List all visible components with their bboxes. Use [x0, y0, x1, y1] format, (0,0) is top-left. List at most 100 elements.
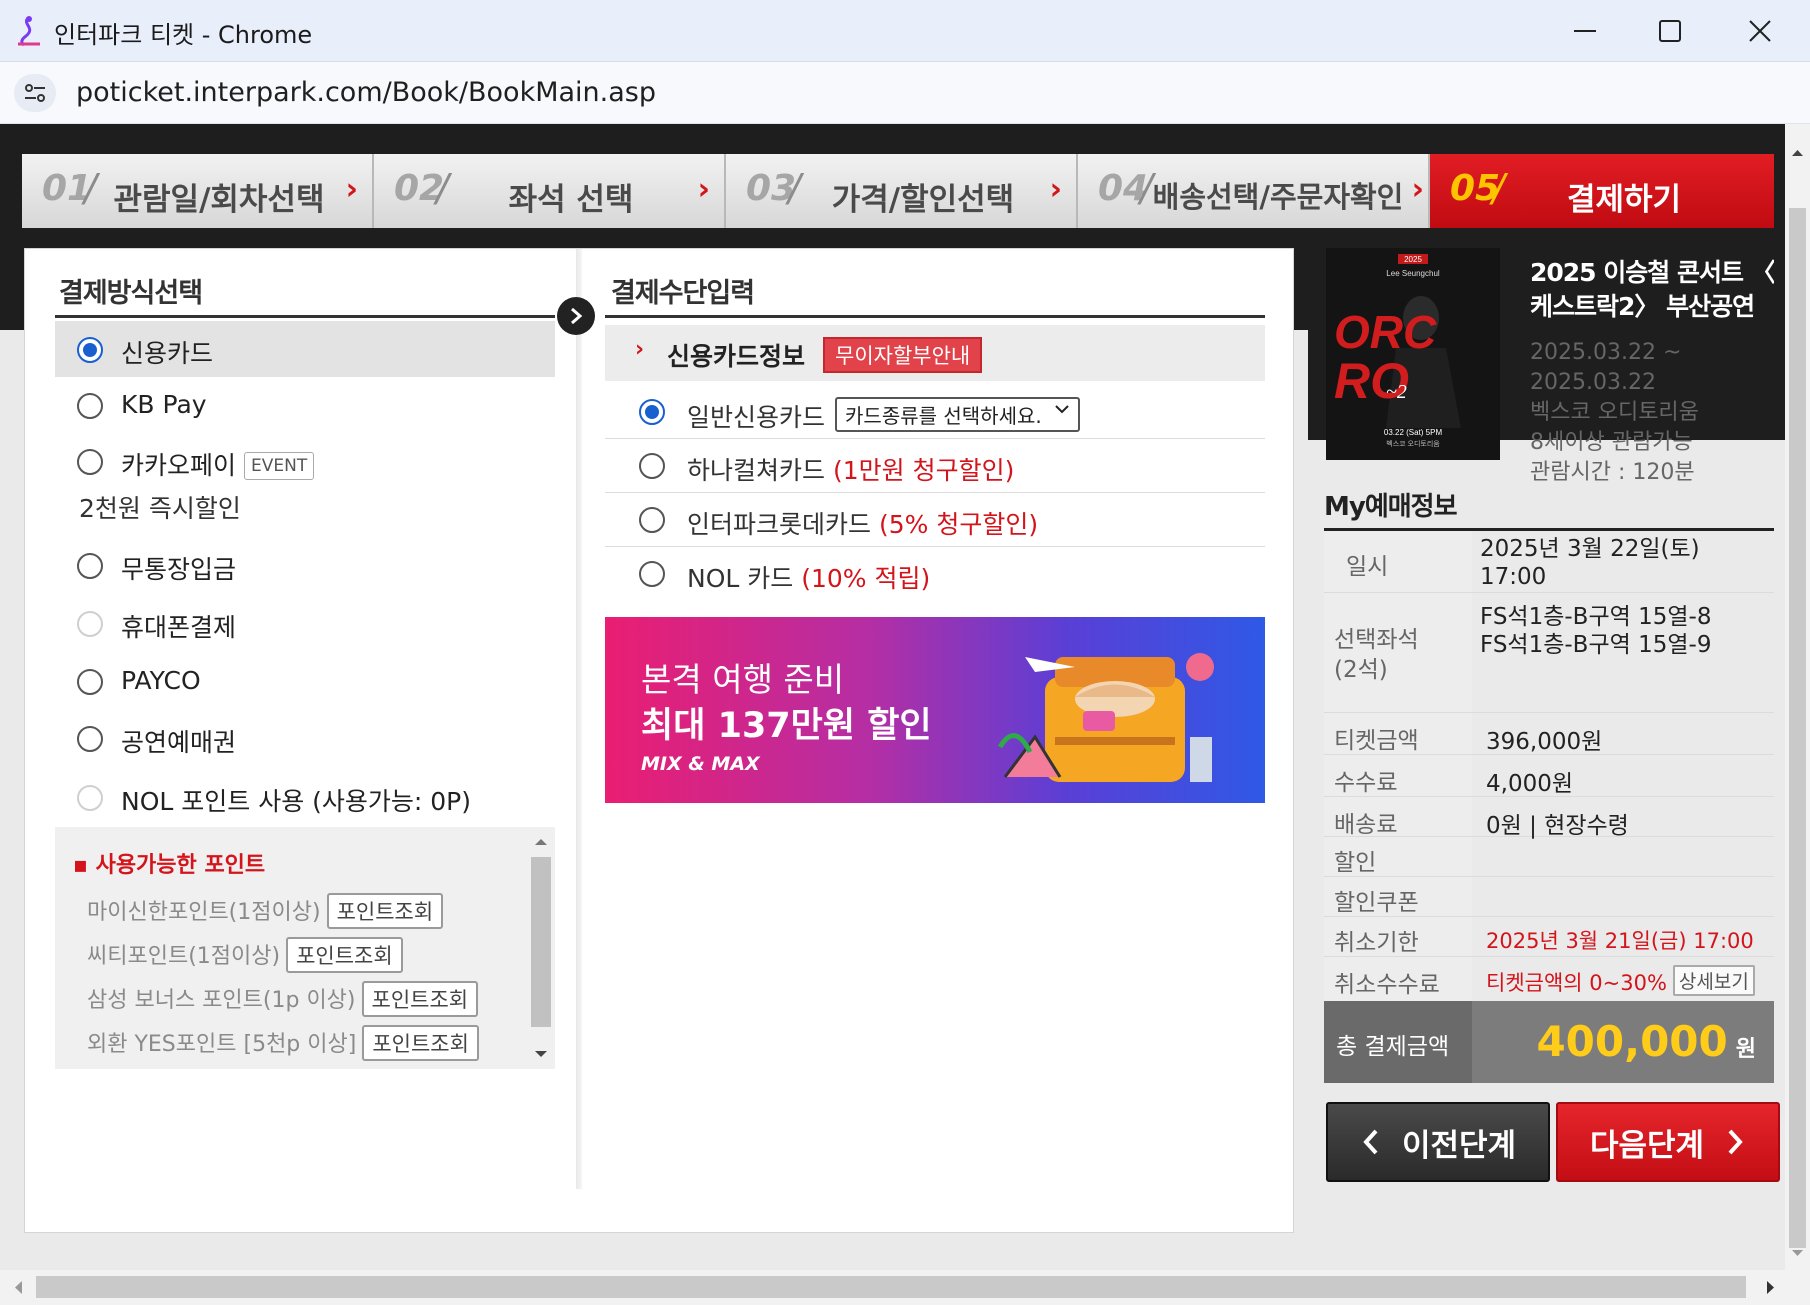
row-key: 일시 — [1324, 531, 1472, 592]
card-option-text: NOL 카드 — [687, 564, 794, 593]
age-rating: 8세이상 관람가능 — [1530, 430, 1693, 455]
point-lookup-button[interactable]: 포인트조회 — [286, 937, 403, 973]
url-text[interactable]: poticket.interpark.com/Book/BookMain.asp — [76, 77, 656, 108]
radio-button-disabled — [77, 785, 103, 811]
radio-button[interactable] — [639, 561, 665, 587]
arrow-circle-icon — [557, 297, 595, 335]
card-option-general[interactable]: 일반신용카드 카드종류를 선택하세요. — [605, 385, 1265, 439]
points-heading: ▪ 사용가능한 포인트 — [73, 853, 266, 878]
scroll-up-icon[interactable] — [1785, 142, 1810, 162]
site-info-button[interactable] — [14, 74, 56, 112]
seat-count: (2석) — [1334, 657, 1388, 683]
step-3[interactable]: 03/ 가격/할인선택 › — [726, 154, 1078, 228]
banner-brand: MIX & MAX — [641, 753, 760, 775]
card-option-nol[interactable]: NOL 카드 (10% 적립) — [605, 547, 1265, 601]
info-row-coupon: 할인쿠폰 — [1324, 877, 1774, 917]
my-booking-title: My예매정보 — [1324, 492, 1458, 522]
total-value: 400,000 원 — [1536, 1017, 1756, 1066]
minimize-icon — [1574, 30, 1596, 32]
scrollbar-thumb[interactable] — [531, 857, 551, 1027]
info-row-ticket-price: 티켓금액 396,000원 — [1324, 713, 1774, 755]
detail-view-button[interactable]: 상세보기 — [1672, 965, 1755, 996]
step-1[interactable]: 01/ 관람일/회차선택 › — [22, 154, 374, 228]
scroll-right-icon[interactable] — [1761, 1270, 1781, 1305]
card-promo-text: (5% 청구할인) — [878, 510, 1039, 539]
info-row-date: 일시 2025년 3월 22일(토) 17:00 — [1324, 531, 1774, 593]
card-option-label: 하나컬쳐카드 (1만원 청구할인) — [687, 451, 1014, 487]
row-value: 2025년 3월 21일(금) 17:00 — [1486, 929, 1754, 953]
points-scrollbar[interactable] — [527, 827, 555, 1069]
pay-method-label: 신용카드 — [121, 339, 214, 368]
minimize-button[interactable] — [1540, 0, 1630, 62]
points-row: 마이신한포인트(1점이상) 포인트조회 — [87, 893, 444, 929]
booking-summary: 2025 Lee Seungchul ORC RO ~2 03.22 (Sat)… — [1324, 124, 1780, 1182]
radio-button[interactable] — [77, 553, 103, 579]
scroll-left-icon[interactable] — [8, 1270, 28, 1305]
point-lookup-button[interactable]: 포인트조회 — [326, 893, 444, 929]
travel-promo-banner[interactable]: 본격 여행 준비 최대 137만원 할인 MIX & MAX — [605, 617, 1265, 803]
pay-method-bank-transfer[interactable]: 무통장입금 — [55, 537, 555, 593]
card-option-label: 인터파크롯데카드 (5% 청구할인) — [687, 505, 1038, 541]
radio-button[interactable] — [77, 669, 103, 695]
scrollbar-thumb[interactable] — [36, 1276, 1746, 1298]
pay-method-payco[interactable]: PAYCO — [55, 653, 555, 709]
available-points-box: ▪ 사용가능한 포인트 마이신한포인트(1점이상) 포인트조회 씨티포인트(1점이… — [55, 827, 555, 1069]
prev-step-label: 이전단계 — [1401, 1127, 1517, 1164]
maximize-button[interactable] — [1625, 0, 1715, 62]
concert-info: 2025.03.22 ~ 2025.03.22 벡스코 오디토리움 8세이상 관… — [1530, 338, 1699, 488]
pay-method-kb-pay[interactable]: KB Pay — [55, 377, 555, 433]
poster-venue: 벡스코 오디토리움 — [1386, 439, 1440, 448]
radio-button[interactable] — [639, 399, 665, 425]
row-key: 취소기한 — [1324, 917, 1472, 956]
step-2[interactable]: 02/ 좌석 선택 › — [374, 154, 726, 228]
step-label: 관람일/회차선택 — [113, 182, 325, 218]
next-step-label: 다음단계 — [1589, 1127, 1705, 1164]
maximize-icon — [1659, 20, 1681, 42]
chevron-right-icon: › — [1049, 172, 1062, 207]
concert-title-line: 2025 이승철 콘서트 〈오 — [1530, 258, 1774, 287]
row-key: 취소수수료 — [1324, 957, 1472, 1001]
radio-button[interactable] — [77, 337, 103, 363]
card-option-hana-culture[interactable]: 하나컬쳐카드 (1만원 청구할인) — [605, 439, 1265, 493]
poster-artist: Lee Seungchul — [1386, 269, 1440, 278]
close-button[interactable] — [1715, 0, 1805, 62]
card-option-interpark-lotte[interactable]: 인터파크롯데카드 (5% 청구할인) — [605, 493, 1265, 547]
section-title: 결제방식선택 — [59, 278, 203, 309]
chevron-right-icon — [1728, 1129, 1743, 1155]
pay-method-mobile: 휴대폰결제 — [55, 595, 555, 651]
card-promo-text: (1만원 청구할인) — [832, 456, 1015, 485]
radio-button[interactable] — [639, 453, 665, 479]
date-value: 2025년 3월 22일(토) — [1480, 536, 1700, 562]
card-type-select[interactable]: 카드종류를 선택하세요. — [835, 397, 1080, 432]
next-step-button[interactable]: 다음단계 — [1556, 1102, 1780, 1182]
chevron-right-icon: › — [697, 172, 710, 207]
prev-step-button[interactable]: 이전단계 — [1326, 1102, 1550, 1182]
card-option-text: 하나컬쳐카드 — [687, 456, 826, 485]
step-label: 좌석 선택 — [508, 182, 634, 218]
scrollbar-thumb[interactable] — [1789, 208, 1806, 1248]
point-lookup-button[interactable]: 포인트조회 — [361, 981, 479, 1017]
page-viewport: 01/ 관람일/회차선택 › 02/ 좌석 선택 › 03/ 가격/할인선택 ›… — [0, 124, 1785, 1270]
pay-method-credit-card[interactable]: 신용카드 — [55, 321, 555, 377]
chevron-right-icon: › — [635, 337, 645, 362]
scroll-up-icon[interactable] — [527, 831, 555, 851]
row-value: 396,000원 — [1486, 729, 1603, 755]
pay-method-voucher[interactable]: 공연예매권 — [55, 710, 555, 766]
radio-button[interactable] — [77, 726, 103, 752]
radio-button[interactable] — [639, 507, 665, 533]
period-start: 2025.03.22 ~ — [1530, 340, 1682, 365]
info-row-fee: 수수료 4,000원 — [1324, 755, 1774, 797]
row-key: 선택좌석 (2석) — [1324, 593, 1472, 712]
scroll-down-icon[interactable] — [1785, 1244, 1810, 1264]
radio-button[interactable] — [77, 449, 103, 475]
page-vertical-scrollbar[interactable] — [1785, 124, 1810, 1270]
point-lookup-button[interactable]: 포인트조회 — [362, 1025, 479, 1061]
page-horizontal-scrollbar[interactable] — [0, 1270, 1785, 1305]
pay-method-text: 카카오페이 — [121, 451, 237, 480]
scroll-down-icon[interactable] — [527, 1045, 555, 1065]
radio-button[interactable] — [77, 393, 103, 419]
seat-value: FS석1층-B구역 15열-8 — [1480, 604, 1712, 630]
pay-method-kakaopay[interactable]: 카카오페이 EVENT — [55, 433, 555, 489]
installment-info-button[interactable]: 무이자할부안내 — [823, 337, 983, 373]
info-row-cancel-deadline: 취소기한 2025년 3월 21일(금) 17:00 — [1324, 917, 1774, 957]
